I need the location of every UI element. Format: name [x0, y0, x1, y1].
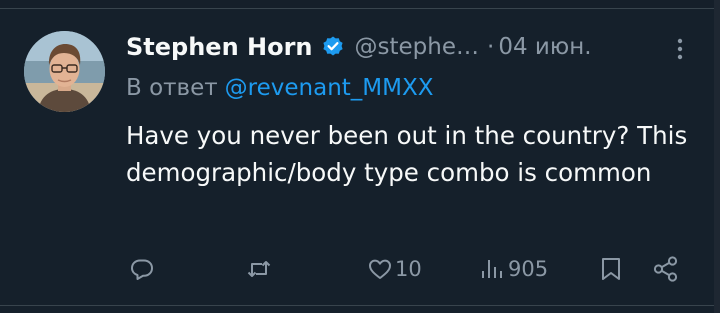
bookmark-icon	[599, 256, 623, 282]
top-divider	[0, 0, 720, 9]
author-display-name[interactable]: Stephen Horn	[126, 33, 313, 61]
retweet-arrows-icon	[245, 256, 273, 282]
bottom-divider	[0, 305, 720, 306]
header-separator: ·	[487, 34, 495, 60]
tweet-date[interactable]: 04 июн.	[498, 34, 591, 60]
verified-badge-icon	[321, 35, 345, 59]
retweet-button[interactable]	[245, 249, 273, 289]
tweet[interactable]: Stephen Horn @stephe… · 04 июн. В ответ @…	[0, 9, 714, 305]
avatar[interactable]	[24, 31, 105, 112]
heart-icon	[367, 256, 393, 282]
reply-prefix: В ответ	[126, 75, 218, 101]
reply-context: В ответ @revenant_MMXX	[126, 75, 434, 101]
like-count: 10	[395, 257, 422, 281]
comment-bubble-icon	[129, 256, 155, 282]
like-button[interactable]: 10	[367, 249, 422, 289]
tweet-header: Stephen Horn @stephe… · 04 июн.	[126, 29, 592, 65]
scrollbar-track[interactable]	[714, 0, 720, 313]
views-count: 905	[508, 257, 549, 281]
views-button[interactable]: 905	[480, 249, 548, 289]
reply-button[interactable]	[129, 249, 155, 289]
reply-mention-link[interactable]: @revenant_MMXX	[225, 75, 434, 101]
author-handle[interactable]: @stephe…	[355, 34, 479, 60]
more-options-icon[interactable]	[668, 35, 692, 63]
share-nodes-icon	[652, 255, 680, 283]
bookmark-button[interactable]	[599, 249, 623, 289]
tweet-text: Have you never been out in the country? …	[126, 121, 688, 187]
share-button[interactable]	[652, 249, 680, 289]
bar-chart-icon	[480, 256, 506, 282]
tweet-actions: 10 905	[0, 249, 714, 289]
